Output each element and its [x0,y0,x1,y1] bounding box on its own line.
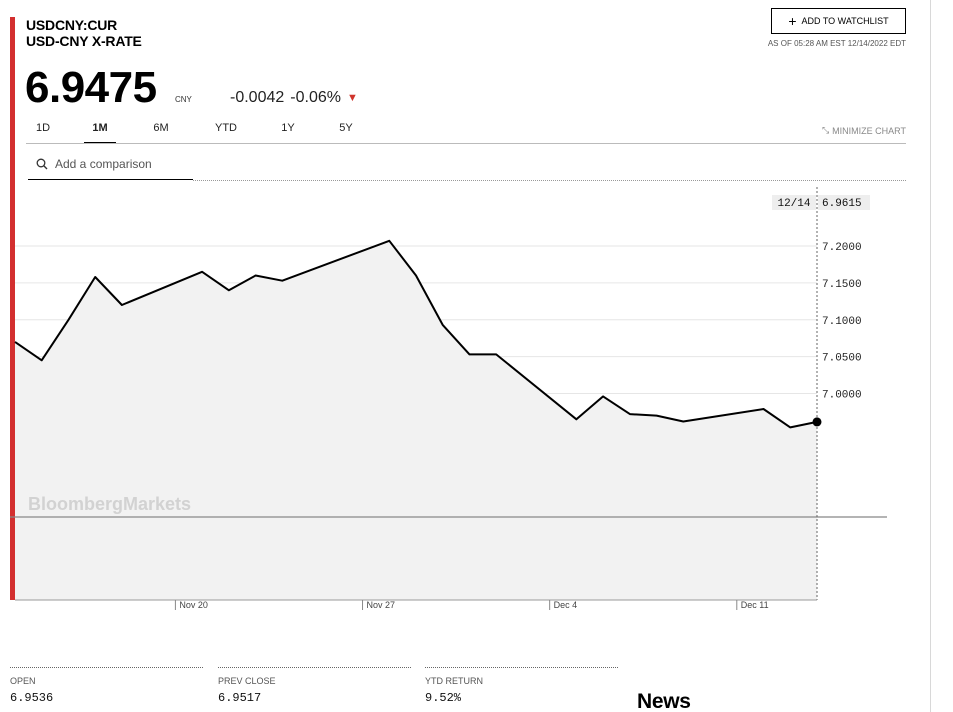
stat-label: PREV CLOSE [218,676,276,686]
cursor-value: 6.9615 [822,198,862,210]
y-tick-label: 7.2000 [822,242,862,254]
stat-value: 9.52% [425,691,462,705]
news-heading: News [637,690,691,712]
x-tick-label: Nov 20 [179,600,208,610]
y-axis-ticks: 7.2000 7.1500 7.1000 7.0500 7.0000 [822,242,862,402]
x-tick-label: Nov 27 [367,600,396,610]
stat-label: OPEN [10,676,36,686]
stat-divider [10,667,203,668]
stat-divider [218,667,411,668]
x-tick-label: Dec 11 [741,600,769,610]
stat-prev-close: PREV CLOSE 6.9517 [218,667,411,705]
stat-value: 6.9517 [218,691,262,705]
stat-divider [425,667,618,668]
y-tick-label: 7.0500 [822,353,862,365]
last-point-marker [812,417,822,427]
stat-value: 6.9536 [10,691,54,705]
y-tick-label: 7.1000 [822,316,862,328]
x-axis-ticks: Nov 20 Nov 27 Dec 4 Dec 11 [174,600,769,610]
y-tick-label: 7.1500 [822,279,862,291]
x-tick-label: Dec 4 [554,600,578,610]
chart-watermark: BloombergMarkets [28,494,191,514]
stat-open: OPEN 6.9536 [10,667,203,705]
price-chart[interactable]: BloombergMarkets 7.2000 7.1500 7.1000 7.050… [0,0,953,712]
stat-label: YTD RETURN [425,676,483,686]
stat-ytd-return: YTD RETURN 9.52% [425,667,618,705]
cursor-date: 12/14 [777,198,810,210]
y-tick-label: 7.0000 [822,390,862,402]
